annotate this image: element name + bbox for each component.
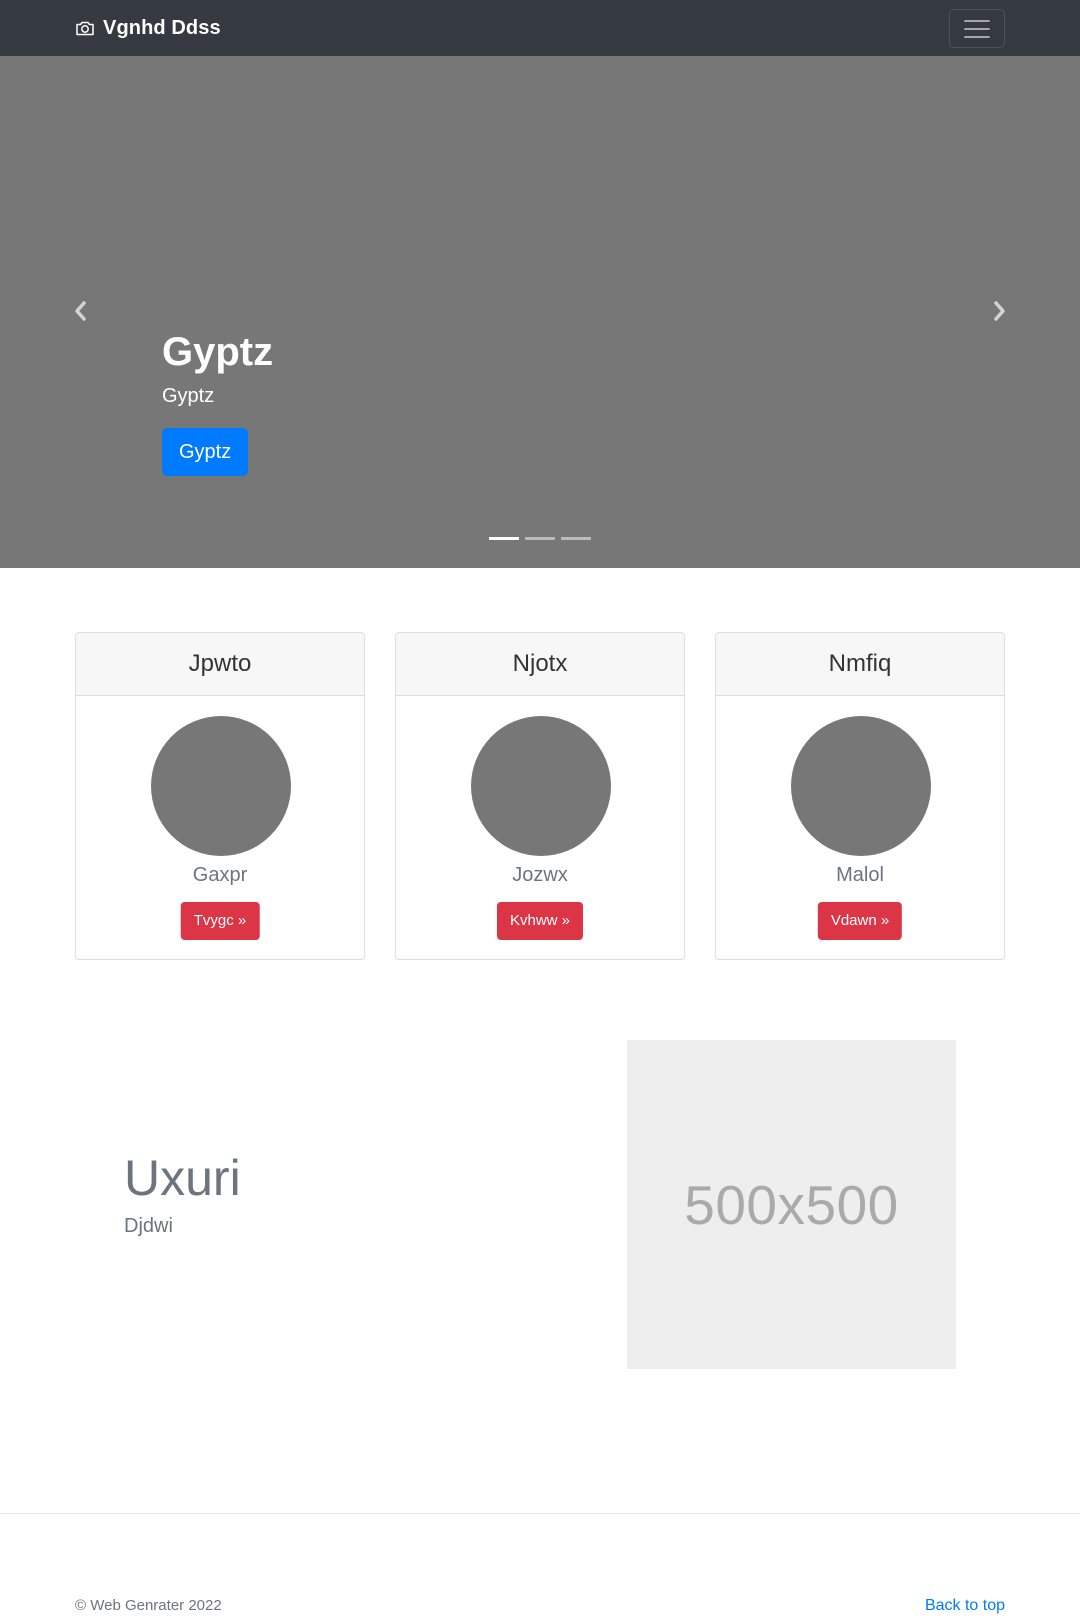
card-header: Nmfiq <box>716 633 1004 696</box>
card-body: Jozwx Kvhww » <box>396 696 684 959</box>
camera-icon <box>76 21 94 36</box>
card-title: Jpwto <box>188 650 252 677</box>
brand-name: Vgnhd Ddss <box>103 16 221 39</box>
carousel-prev-button[interactable] <box>66 296 96 326</box>
footer-copyright: © Web Genrater 2022 <box>75 1597 222 1614</box>
avatar <box>151 716 291 856</box>
carousel-indicator-2[interactable] <box>525 537 555 540</box>
avatar <box>791 716 931 856</box>
feature-heading: Uxuri <box>124 1150 241 1206</box>
card-3-button[interactable]: Vdawn » <box>817 902 903 940</box>
card-title: Njotx <box>512 650 568 677</box>
carousel-indicator-1[interactable] <box>489 537 519 540</box>
card-2: Njotx Jozwx Kvhww » <box>395 632 685 960</box>
chevron-right-icon <box>994 301 1005 321</box>
card-name: Gaxpr <box>192 864 248 886</box>
chevron-left-icon <box>75 301 86 321</box>
hamburger-menu-icon <box>964 19 990 38</box>
brand-link[interactable]: Vgnhd Ddss <box>75 14 221 42</box>
card-header: Njotx <box>396 633 684 696</box>
card-body: Gaxpr Tvygc » <box>76 696 364 959</box>
card-header: Jpwto <box>76 633 364 696</box>
hero-carousel: Gyptz Gyptz Gyptz <box>0 56 1080 568</box>
avatar <box>471 716 611 856</box>
feature-image-placeholder: 500x500 <box>627 1040 956 1369</box>
carousel-text: Gyptz <box>162 385 215 407</box>
navbar: Vgnhd Ddss <box>0 0 1080 56</box>
carousel-caption: Gyptz Gyptz Gyptz <box>162 328 273 476</box>
card-name: Jozwx <box>512 864 568 886</box>
carousel-indicator-3[interactable] <box>561 537 591 540</box>
card-body: Malol Vdawn » <box>716 696 1004 959</box>
carousel-cta-button[interactable]: Gyptz <box>162 428 249 476</box>
carousel-heading: Gyptz <box>162 330 274 374</box>
card-3: Nmfiq Malol Vdawn » <box>715 632 1005 960</box>
card-1: Jpwto Gaxpr Tvygc » <box>75 632 365 960</box>
navbar-toggler-button[interactable] <box>949 9 1005 48</box>
card-2-button[interactable]: Kvhww » <box>496 902 584 940</box>
placeholder-label: 500x500 <box>684 1173 899 1236</box>
carousel-next-button[interactable] <box>984 296 1014 326</box>
carousel-indicators <box>489 537 591 540</box>
card-1-button[interactable]: Tvygc » <box>180 902 260 940</box>
feature-subheading: Djdwi <box>124 1215 173 1237</box>
back-to-top-link[interactable]: Back to top <box>925 1596 1005 1616</box>
footer-divider <box>0 1513 1080 1514</box>
card-name: Malol <box>836 864 884 886</box>
card-title: Nmfiq <box>828 650 892 677</box>
